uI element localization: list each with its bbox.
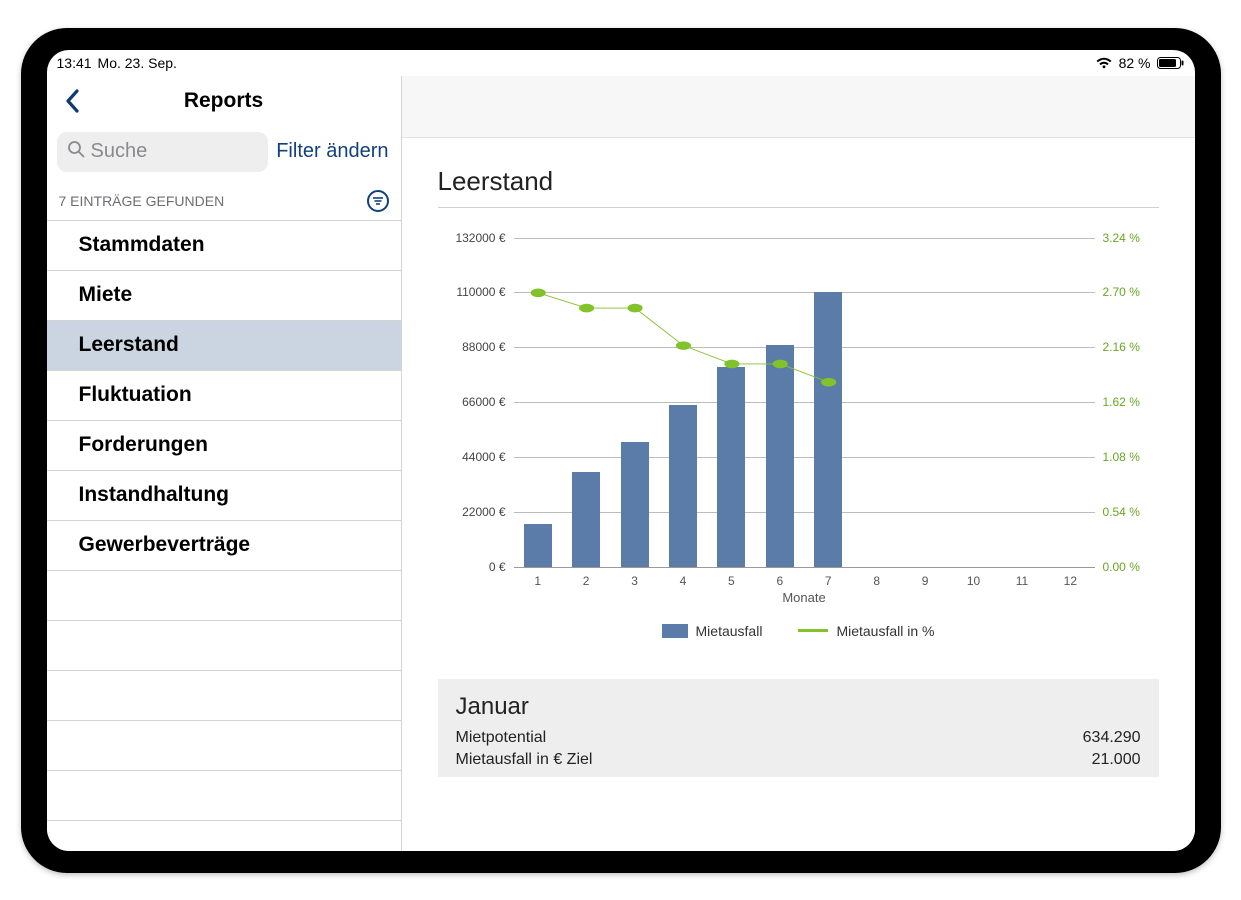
x-tick: 5 [707,574,755,588]
y-left-tick: 66000 € [462,395,505,409]
y-left-tick: 88000 € [462,340,505,354]
x-tick: 3 [610,574,658,588]
list-item[interactable]: Stammdaten [47,221,401,271]
y-right-tick: 0.00 % [1103,560,1140,574]
x-tick: 6 [756,574,804,588]
x-tick: 8 [852,574,900,588]
filter-icon-button[interactable] [367,190,389,212]
list-item[interactable]: Instandhaltung [47,471,401,521]
main-content[interactable]: Leerstand 0 € 0.00 % 22000 € 0.54 % 44000 € 1… [402,138,1195,851]
main-pane: Leerstand 0 € 0.00 % 22000 € 0.54 % 44000 € 1… [402,76,1195,851]
list-empty-row [47,721,401,771]
tablet-frame: 13:41 Mo. 23. Sep. 82 % Reports [21,28,1221,873]
detail-card: Januar Mietpotential634.290Mietausfall i… [438,679,1159,777]
search-input-wrap[interactable] [57,132,269,172]
list-item[interactable]: Gewerbeverträge [47,521,401,571]
legend-line-swatch [798,629,828,632]
x-tick: 9 [901,574,949,588]
x-axis-title: Monate [514,590,1095,605]
y-left-tick: 0 € [489,560,506,574]
y-right-tick: 3.24 % [1103,231,1140,245]
legend-bar-label: Mietausfall [696,623,763,639]
y-left-tick: 22000 € [462,505,505,519]
status-time: 13:41 [57,55,92,71]
list-empty-row [47,621,401,671]
x-tick: 2 [562,574,610,588]
legend-line-label: Mietausfall in % [836,623,934,639]
detail-row: Mietausfall in € Ziel21.000 [456,749,1141,771]
status-date: Mo. 23. Sep. [98,55,177,71]
search-icon [67,140,85,163]
y-right-tick: 0.54 % [1103,505,1140,519]
bar [669,405,697,567]
report-title: Leerstand [438,166,1159,208]
y-right-tick: 2.16 % [1103,340,1140,354]
x-tick: 12 [1046,574,1094,588]
list-empty-row [47,771,401,821]
list-empty-row [47,571,401,621]
list-item[interactable]: Fluktuation [47,371,401,421]
bar [814,292,842,566]
change-filter-button[interactable]: Filter ändern [276,140,390,163]
sidebar: Reports Filter ändern 7 EINTRÄGE GEFUNDE… [47,76,402,851]
list-item[interactable]: Leerstand [47,321,401,371]
y-left-tick: 132000 € [455,231,505,245]
wifi-icon [1095,56,1113,70]
y-left-tick: 110000 € [456,285,505,299]
sidebar-title: Reports [47,89,401,113]
bar [717,367,745,566]
y-right-tick: 2.70 % [1103,285,1140,299]
battery-icon [1157,56,1185,70]
legend-bar-swatch [662,624,688,638]
x-tick: 11 [998,574,1046,588]
x-tick: 7 [804,574,852,588]
bar [621,442,649,567]
x-tick: 1 [514,574,562,588]
back-button[interactable] [55,83,91,119]
list-item[interactable]: Forderungen [47,421,401,471]
bar [572,472,600,567]
search-input[interactable] [91,140,259,163]
chart-legend: Mietausfall Mietausfall in % [438,623,1159,639]
report-list: StammdatenMieteLeerstandFluktuationForde… [47,221,401,851]
y-right-tick: 1.08 % [1103,450,1140,464]
detail-title: Januar [456,693,1141,721]
screen: 13:41 Mo. 23. Sep. 82 % Reports [47,50,1195,851]
list-empty-row [47,671,401,721]
legend-bar: Mietausfall [662,623,763,639]
list-item[interactable]: Miete [47,271,401,321]
legend-line: Mietausfall in % [798,623,934,639]
y-left-tick: 44000 € [462,450,505,464]
detail-row: Mietpotential634.290 [456,727,1141,749]
x-tick: 4 [659,574,707,588]
bar [524,524,552,566]
bar [766,345,794,567]
y-right-tick: 1.62 % [1103,395,1140,409]
chart: 0 € 0.00 % 22000 € 0.54 % 44000 € 1.08 % 66000… [438,238,1159,605]
x-tick: 10 [949,574,997,588]
main-toolbar-area [402,76,1195,138]
status-bar: 13:41 Mo. 23. Sep. 82 % [47,50,1195,76]
status-battery: 82 % [1119,55,1151,71]
result-count-label: 7 EINTRÄGE GEFUNDEN [59,193,225,209]
